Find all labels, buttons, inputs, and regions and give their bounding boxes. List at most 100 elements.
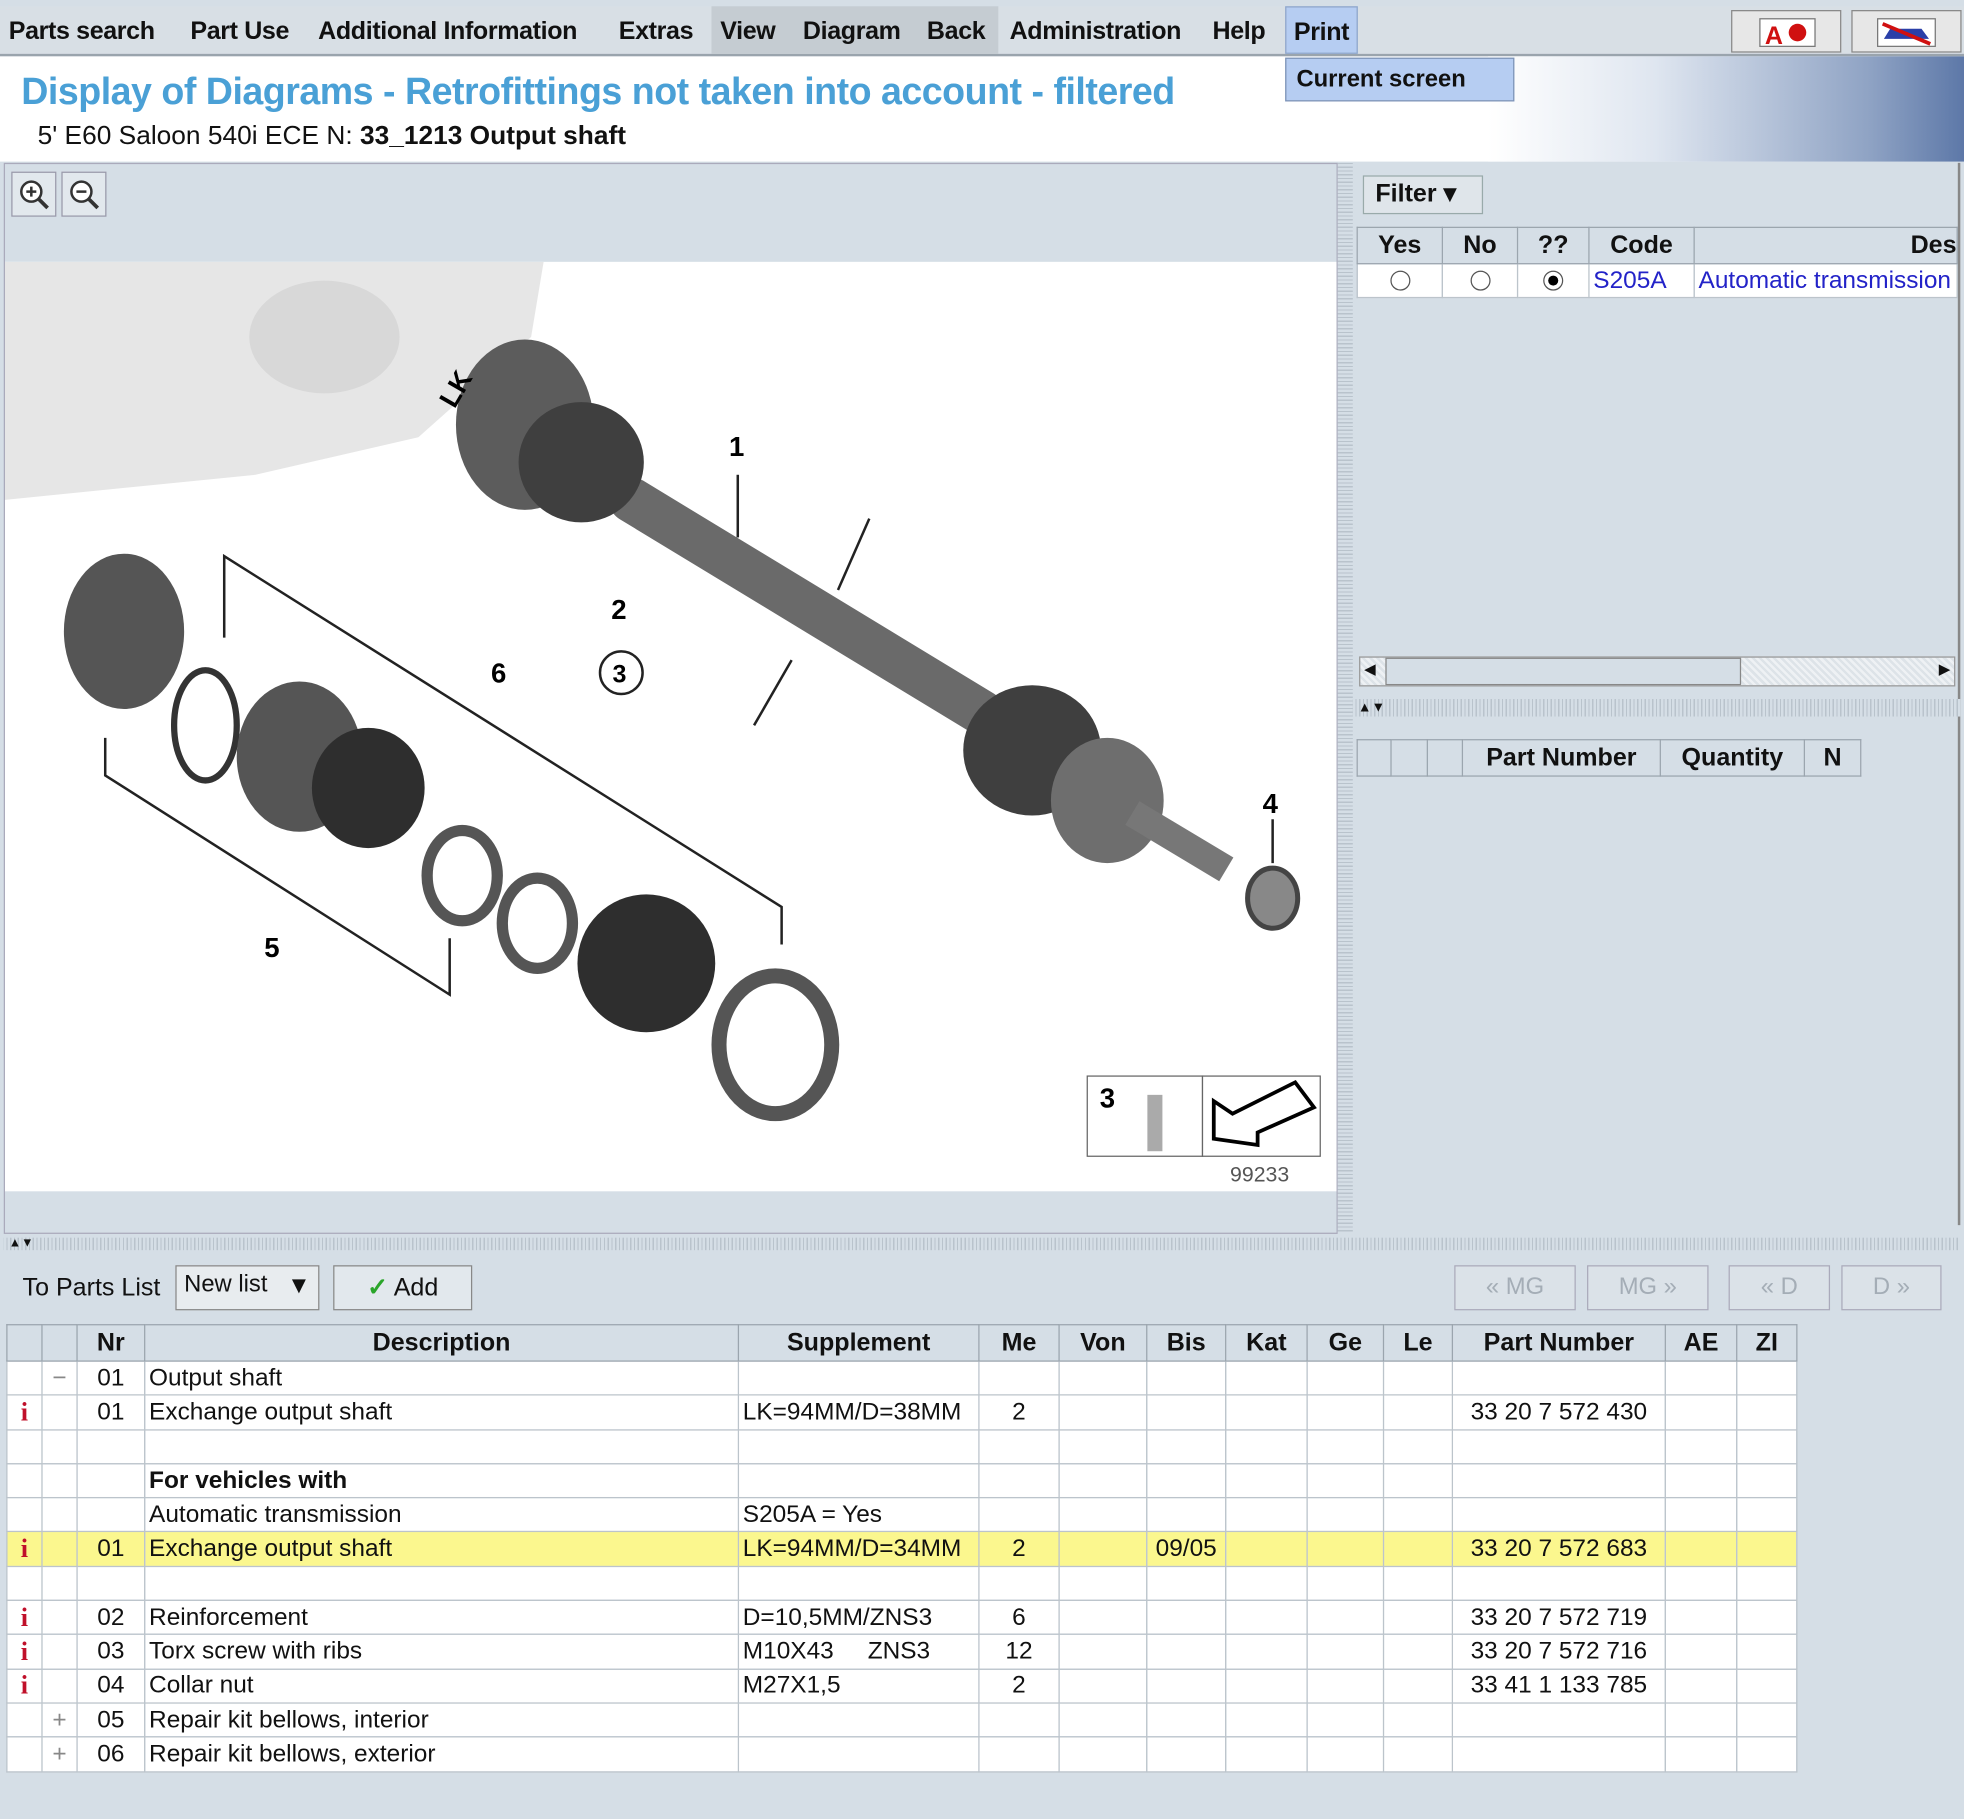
filter-button[interactable]: Filter ▾ (1362, 175, 1484, 215)
horizontal-scrollbar[interactable]: ◀ ▶ (1359, 656, 1956, 687)
info-icon[interactable]: i (6, 1633, 43, 1670)
scrollbar-thumb[interactable] (1385, 657, 1742, 686)
menu-diagram[interactable]: Diagram (803, 6, 901, 54)
scroll-left-icon[interactable]: ◀ (1364, 660, 1376, 678)
col-me[interactable]: Me (978, 1324, 1060, 1362)
col-blank[interactable] (6, 1324, 43, 1362)
info-icon[interactable]: i (6, 1394, 43, 1431)
info-cell (6, 1360, 43, 1396)
table-row[interactable]: i 03 Torx screw with ribs M10X43 ZNS3 12 33 2… (6, 1633, 1798, 1670)
table-row[interactable]: +05 Repair kit bellows, interior (6, 1702, 1798, 1738)
zi (1736, 1668, 1798, 1704)
col-description[interactable]: Des (1693, 226, 1958, 265)
expand-icon[interactable]: + (41, 1702, 78, 1738)
callout-4[interactable]: 4 (1263, 788, 1279, 819)
col-bis[interactable]: Bis (1146, 1324, 1227, 1362)
col-nr[interactable]: Nr (76, 1324, 146, 1362)
callout-6[interactable]: 6 (491, 658, 506, 689)
collapse-icon[interactable]: − (41, 1360, 78, 1396)
table-row[interactable] (6, 1565, 1798, 1602)
info-icon[interactable]: i (6, 1599, 43, 1636)
diagram-image[interactable]: 1 2 3 4 5 6 LK 3 99233 (5, 261, 1337, 1192)
print-menu-current-screen[interactable]: Current screen (1285, 57, 1515, 102)
menu-extras[interactable]: Extras (619, 6, 694, 54)
table-row[interactable]: i 01 Exchange output shaft LK=94MM/D=34MM 2 0… (6, 1531, 1798, 1567)
filter-description[interactable]: Automatic transmission (1693, 263, 1958, 299)
next-mg-button[interactable]: MG » (1587, 1265, 1709, 1311)
col-yes[interactable]: Yes (1356, 226, 1443, 265)
table-row[interactable]: For vehicles with (6, 1463, 1798, 1499)
table-row[interactable]: i 04 Collar nut M27X1,5 2 33 41 1 133 785 (6, 1668, 1798, 1704)
right-panel-splitter[interactable]: ▲▼ (1352, 699, 1961, 717)
table-row[interactable] (6, 1428, 1798, 1465)
zoom-out-button[interactable] (61, 171, 107, 217)
radio-unknown[interactable] (1543, 271, 1564, 292)
col-unknown[interactable]: ?? (1516, 226, 1590, 265)
col-kat[interactable]: Kat (1225, 1324, 1308, 1362)
vehicle-icon-button[interactable] (1851, 10, 1962, 53)
zoom-in-button[interactable] (11, 171, 57, 217)
next-d-button[interactable]: D » (1841, 1265, 1942, 1311)
parts-list-select[interactable]: New list ▼ (175, 1265, 320, 1311)
info-icon[interactable]: i (6, 1668, 43, 1704)
col-part-number[interactable]: Part Number (1451, 1324, 1666, 1362)
vertical-splitter[interactable] (1337, 162, 1353, 1234)
col-ge[interactable]: Ge (1306, 1324, 1385, 1362)
callout-3[interactable]: 3 (613, 661, 627, 689)
menu-additional-information[interactable]: Additional Information (318, 6, 577, 54)
col-von[interactable]: Von (1058, 1324, 1148, 1362)
me (978, 1702, 1060, 1738)
filter-code[interactable]: S205A (1588, 263, 1695, 299)
description: Automatic transmission (144, 1497, 740, 1533)
von (1058, 1531, 1148, 1567)
col-quantity[interactable]: Quantity (1659, 739, 1805, 777)
menu-view[interactable]: View (720, 6, 776, 54)
n-label: N: (326, 121, 353, 151)
col-tree[interactable] (41, 1324, 78, 1362)
col-description[interactable]: Description (144, 1324, 740, 1362)
bottom-splitter[interactable]: ▲▼ (3, 1237, 1961, 1251)
col-part-number[interactable]: Part Number (1461, 739, 1661, 777)
kat (1225, 1497, 1308, 1533)
add-button[interactable]: ✓ Add (333, 1265, 473, 1311)
table-row[interactable]: −01 Output shaft (6, 1360, 1798, 1396)
info-icon[interactable]: i (6, 1531, 43, 1567)
part-number (1451, 1428, 1666, 1465)
zi (1736, 1497, 1798, 1533)
menu-administration[interactable]: Administration (1010, 6, 1182, 54)
col-no[interactable]: No (1441, 226, 1519, 265)
bis (1146, 1497, 1227, 1533)
parts-list-icon-button[interactable]: A (1731, 10, 1842, 53)
table-row[interactable]: i 02 Reinforcement D=10,5MM/ZNS3 6 33 20 7 57… (6, 1599, 1798, 1636)
radio-yes[interactable] (1389, 271, 1410, 292)
zi (1736, 1463, 1798, 1499)
me (978, 1463, 1060, 1499)
kat (1225, 1599, 1308, 1636)
prev-mg-button[interactable]: « MG (1454, 1265, 1576, 1311)
callout-2[interactable]: 2 (611, 594, 626, 625)
menu-print[interactable]: Print (1285, 6, 1358, 54)
col-supplement[interactable]: Supplement (737, 1324, 980, 1362)
col-n[interactable]: N (1803, 739, 1862, 777)
supplement (737, 1565, 980, 1602)
prev-d-button[interactable]: « D (1728, 1265, 1831, 1311)
radio-no[interactable] (1469, 271, 1490, 292)
col-zi[interactable]: ZI (1736, 1324, 1798, 1362)
expand-icon[interactable]: + (41, 1736, 78, 1773)
callout-1[interactable]: 1 (729, 431, 744, 462)
scroll-right-icon[interactable]: ▶ (1939, 660, 1951, 678)
table-row[interactable]: i 01 Exchange output shaft LK=94MM/D=38MM 2 3… (6, 1394, 1798, 1431)
table-row[interactable]: Automatic transmission S205A = Yes (6, 1497, 1798, 1533)
zi (1736, 1428, 1798, 1465)
menu-part-use[interactable]: Part Use (190, 6, 289, 54)
menu-help[interactable]: Help (1213, 6, 1266, 54)
col-le[interactable]: Le (1382, 1324, 1454, 1362)
col-ae[interactable]: AE (1664, 1324, 1738, 1362)
zi (1736, 1565, 1798, 1602)
ge (1306, 1599, 1385, 1636)
menu-parts-search[interactable]: Parts search (9, 6, 155, 54)
table-row[interactable]: +06 Repair kit bellows, exterior (6, 1736, 1798, 1773)
callout-5[interactable]: 5 (264, 932, 279, 963)
col-code[interactable]: Code (1588, 226, 1695, 265)
menu-back[interactable]: Back (927, 6, 986, 54)
